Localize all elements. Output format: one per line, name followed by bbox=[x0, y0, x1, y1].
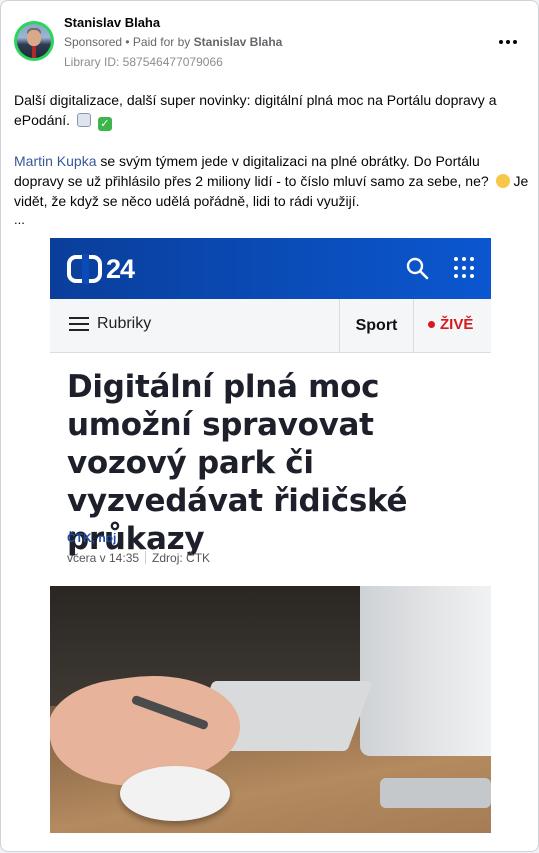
sponsored-label: Sponsored bbox=[64, 35, 123, 49]
article-date: včera v 14:35 bbox=[67, 551, 140, 565]
article-authors[interactable]: ČTK, noj bbox=[67, 531, 116, 545]
ct24-topbar: 24 bbox=[50, 238, 491, 299]
article-screenshot: 24 Rubriky Sport ŽIVĚ Digitální plná moc… bbox=[50, 238, 491, 833]
menu-button[interactable]: Rubriky bbox=[69, 315, 151, 333]
mention-link[interactable]: Martin Kupka bbox=[14, 153, 96, 169]
article-source: Zdroj: ČTK bbox=[152, 551, 211, 565]
live-button[interactable]: ŽIVĚ bbox=[428, 316, 473, 333]
calendar-emoji-icon bbox=[76, 113, 91, 127]
author-name[interactable]: Stanislav Blaha bbox=[64, 15, 160, 30]
post-media[interactable]: 24 Rubriky Sport ŽIVĚ Digitální plná moc… bbox=[1, 238, 538, 838]
article-nav: Rubriky Sport ŽIVĚ bbox=[50, 299, 491, 353]
photo-monitor bbox=[360, 586, 491, 756]
tab-sport[interactable]: Sport bbox=[339, 299, 414, 352]
post-paragraph-1: Další digitalizace, další super novinky:… bbox=[14, 90, 529, 131]
article-dateline: včera v 14:35 Zdroj: ČTK bbox=[67, 551, 210, 565]
article-headline: Digitální plná moc umožní spravovat vozo… bbox=[67, 369, 408, 557]
smile-emoji-icon bbox=[495, 174, 510, 188]
article-photo bbox=[50, 586, 491, 833]
photo-monitor-stand bbox=[380, 778, 491, 808]
post-paragraph-2: Martin Kupka se svým týmem jede v digita… bbox=[14, 151, 529, 211]
ad-post-card: Stanislav Blaha Sponsored • Paid for by … bbox=[0, 0, 539, 852]
ct-logo-icon bbox=[67, 254, 102, 284]
live-dot-icon bbox=[428, 321, 435, 328]
menu-label: Rubriky bbox=[97, 315, 152, 332]
more-options-icon[interactable] bbox=[495, 29, 521, 55]
post-header: Stanislav Blaha Sponsored • Paid for by … bbox=[1, 1, 538, 81]
sponsored-line: Sponsored • Paid for by Stanislav Blaha bbox=[64, 35, 282, 49]
paid-for-name: Stanislav Blaha bbox=[193, 35, 283, 49]
photo-mouse bbox=[120, 766, 230, 821]
apps-grid-icon[interactable] bbox=[454, 257, 476, 279]
dateline-divider bbox=[145, 551, 147, 564]
search-icon[interactable] bbox=[405, 256, 429, 280]
paid-for-prefix: • Paid for by bbox=[125, 35, 191, 49]
avatar-photo bbox=[17, 24, 51, 58]
hamburger-icon bbox=[69, 317, 89, 331]
library-id: Library ID: 587546477079066 bbox=[64, 55, 223, 69]
post-text: Další digitalizace, další super novinky:… bbox=[14, 90, 529, 211]
see-more-ellipsis[interactable]: ... bbox=[14, 212, 25, 227]
check-emoji-icon: ✓ bbox=[97, 117, 112, 131]
avatar-face bbox=[27, 30, 41, 46]
logo-number: 24 bbox=[106, 253, 135, 284]
avatar[interactable] bbox=[14, 21, 54, 61]
avatar-tie bbox=[32, 46, 36, 58]
live-label: ŽIVĚ bbox=[440, 316, 474, 333]
ct24-logo[interactable]: 24 bbox=[67, 253, 135, 284]
